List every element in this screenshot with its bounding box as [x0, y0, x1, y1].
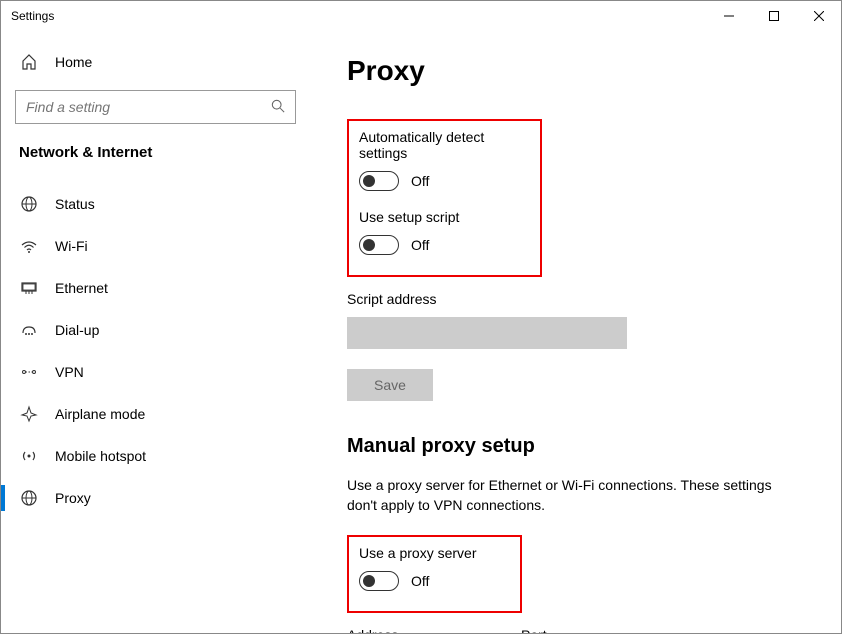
wifi-icon [19, 237, 39, 255]
port-label: Port [521, 627, 601, 633]
main-panel: Proxy Automatically detect settings Off … [311, 31, 841, 633]
sidebar-item-label: Mobile hotspot [55, 448, 146, 464]
dialup-icon [19, 321, 39, 339]
sidebar-item-airplane[interactable]: Airplane mode [1, 393, 310, 435]
auto-detect-state: Off [411, 173, 429, 189]
sidebar-item-wifi[interactable]: Wi-Fi [1, 225, 310, 267]
sidebar-item-proxy[interactable]: Proxy [1, 477, 310, 519]
manual-heading: Manual proxy setup [347, 435, 811, 458]
use-script-toggle[interactable] [359, 235, 399, 255]
port-column: Port [521, 627, 601, 633]
sidebar-section-title: Network & Internet [1, 144, 310, 161]
auto-detect-toggle[interactable] [359, 171, 399, 191]
address-label: Address [347, 627, 497, 633]
maximize-button[interactable] [751, 1, 796, 31]
close-button[interactable] [796, 1, 841, 31]
use-script-toggle-row: Off [359, 235, 530, 255]
use-proxy-toggle[interactable] [359, 571, 399, 591]
auto-detect-label: Automatically detect settings [359, 129, 530, 161]
toggle-knob [363, 175, 375, 187]
minimize-button[interactable] [706, 1, 751, 31]
ethernet-icon [19, 279, 39, 297]
highlight-proxy-section: Use a proxy server Off [347, 535, 522, 613]
use-script-state: Off [411, 237, 429, 253]
sidebar: Home Network & Internet Status Wi-Fi Eth… [1, 31, 311, 633]
window-controls [706, 1, 841, 31]
search-box[interactable] [15, 90, 296, 124]
sidebar-item-vpn[interactable]: VPN [1, 351, 310, 393]
sidebar-item-label: Ethernet [55, 280, 108, 296]
window-title: Settings [11, 9, 54, 23]
proxy-icon [19, 489, 39, 507]
use-script-label: Use setup script [359, 209, 530, 225]
sidebar-item-label: Airplane mode [55, 406, 145, 422]
sidebar-item-dialup[interactable]: Dial-up [1, 309, 310, 351]
sidebar-item-label: Proxy [55, 490, 91, 506]
sidebar-item-status[interactable]: Status [1, 183, 310, 225]
address-column: Address [347, 627, 497, 633]
sidebar-item-label: Wi-Fi [55, 238, 88, 254]
home-label: Home [55, 54, 92, 70]
script-address-input[interactable] [347, 317, 627, 349]
sidebar-item-label: VPN [55, 364, 84, 380]
title-bar: Settings [1, 1, 841, 31]
search-icon [271, 99, 285, 116]
use-proxy-label: Use a proxy server [359, 545, 510, 561]
auto-detect-toggle-row: Off [359, 171, 530, 191]
settings-window: Settings Home Network & Internet Status [0, 0, 842, 634]
sidebar-item-label: Dial-up [55, 322, 99, 338]
manual-description: Use a proxy server for Ethernet or Wi-Fi… [347, 476, 787, 515]
home-icon [19, 54, 39, 70]
status-icon [19, 195, 39, 213]
highlight-auto-section: Automatically detect settings Off Use se… [347, 119, 542, 277]
sidebar-item-ethernet[interactable]: Ethernet [1, 267, 310, 309]
save-button[interactable]: Save [347, 369, 433, 401]
toggle-knob [363, 239, 375, 251]
address-port-row: Address Port [347, 627, 811, 633]
hotspot-icon [19, 447, 39, 465]
vpn-icon [19, 363, 39, 381]
home-button[interactable]: Home [1, 46, 310, 78]
script-address-label: Script address [347, 291, 811, 307]
airplane-icon [19, 405, 39, 423]
content-area: Home Network & Internet Status Wi-Fi Eth… [1, 31, 841, 633]
sidebar-item-label: Status [55, 196, 95, 212]
use-proxy-state: Off [411, 573, 429, 589]
sidebar-item-hotspot[interactable]: Mobile hotspot [1, 435, 310, 477]
page-title: Proxy [347, 55, 811, 87]
use-proxy-toggle-row: Off [359, 571, 510, 591]
search-input[interactable] [26, 99, 271, 115]
toggle-knob [363, 575, 375, 587]
